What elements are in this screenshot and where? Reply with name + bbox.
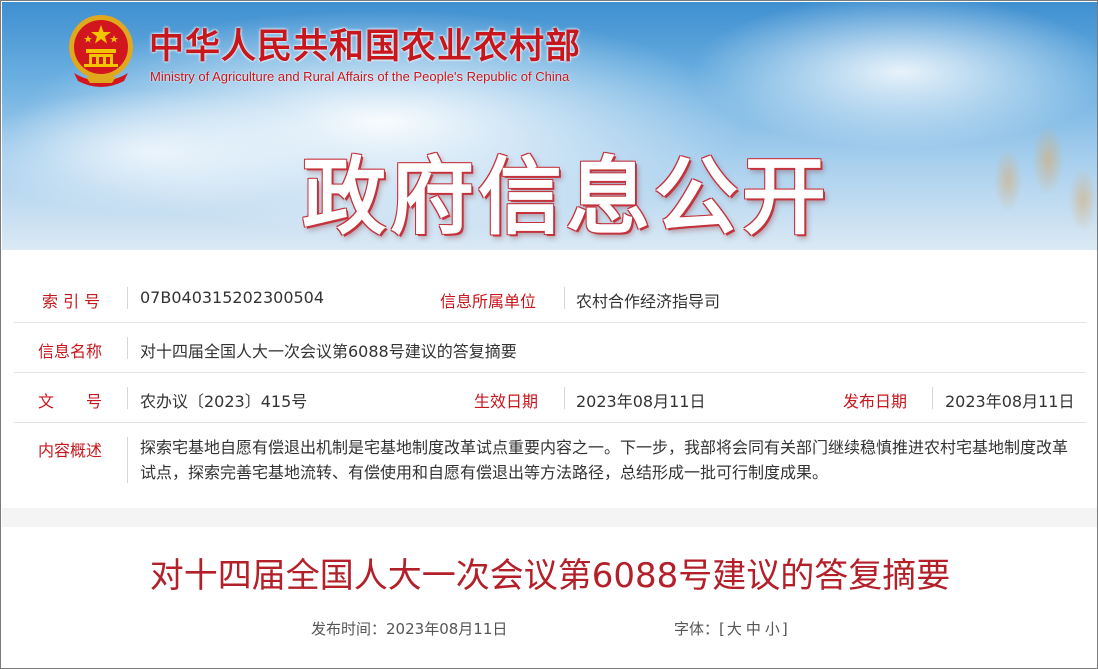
index-label: 索 引 号 (42, 292, 101, 311)
article-title: 对十四届全国人大一次会议第6088号建议的答复摘要 (149, 556, 951, 596)
name-label: 信息名称 (38, 342, 103, 361)
name-value: 对十四届全国人大一次会议第6088号建议的答复摘要 (140, 342, 517, 361)
page: 中华人民共和国农业农村部 Ministry of Agriculture and… (0, 0, 1098, 669)
divider (127, 437, 128, 483)
font-size-label: 字体： (674, 620, 720, 638)
divider (127, 287, 128, 309)
info-row-name: 信息名称 对十四届全国人大一次会议第6088号建议的答复摘要 (14, 323, 1086, 373)
font-small-button[interactable]: 小 (763, 620, 782, 638)
index-value: 07B040315202300504 (140, 288, 325, 307)
banner-title: 政府信息公开 (302, 148, 831, 246)
font-medium-button[interactable]: 中 (744, 620, 763, 638)
info-row-docno: 文 号 农办议〔2023〕415号 生效日期 2023年08月11日 发布日期 … (14, 373, 1086, 423)
info-row-summary: 内容概述 探索宅基地自愿有偿退出机制是宅基地制度改革试点重要内容之一。下一步，我… (14, 423, 1086, 493)
publish-date-value: 2023年08月11日 (945, 392, 1075, 411)
ministry-name-cn: 中华人民共和国农业农村部 (149, 26, 582, 67)
unit-value: 农村合作经济指导司 (576, 292, 721, 311)
summary-label: 内容概述 (38, 441, 103, 460)
ministry-name-en: Ministry of Agriculture and Rural Affair… (150, 69, 570, 84)
publish-time-label: 发布时间： (311, 620, 387, 638)
publish-date-label: 发布日期 (843, 392, 908, 411)
bracket-open: [ (719, 620, 725, 638)
divider (564, 387, 565, 409)
publish-time: 发布时间：2023年08月11日 (311, 618, 507, 639)
divider (127, 337, 128, 359)
font-size-control: 字体：[大中小] (674, 618, 788, 639)
publish-time-value: 2023年08月11日 (386, 620, 508, 638)
divider (932, 387, 933, 409)
divider (564, 287, 565, 309)
wheat-decoration (948, 90, 1097, 250)
info-table: 索 引 号 07B040315202300504 信息所属单位 农村合作经济指导… (14, 273, 1086, 493)
info-row-index: 索 引 号 07B040315202300504 信息所属单位 农村合作经济指导… (14, 273, 1086, 323)
unit-label: 信息所属单位 (440, 292, 537, 311)
bracket-close: ] (781, 620, 788, 638)
divider (127, 387, 128, 409)
effective-date-label: 生效日期 (474, 392, 539, 411)
section-divider (2, 508, 1097, 527)
doc-no-value: 农办议〔2023〕415号 (140, 392, 308, 411)
summary-value: 探索宅基地自愿有偿退出机制是宅基地制度改革试点重要内容之一。下一步，我部将会同有… (140, 438, 1069, 482)
effective-date-value: 2023年08月11日 (576, 392, 706, 411)
doc-no-label: 文 号 (38, 392, 103, 411)
national-emblem-icon (69, 15, 133, 87)
header-banner: 中华人民共和国农业农村部 Ministry of Agriculture and… (2, 2, 1097, 250)
font-large-button[interactable]: 大 (725, 620, 744, 638)
